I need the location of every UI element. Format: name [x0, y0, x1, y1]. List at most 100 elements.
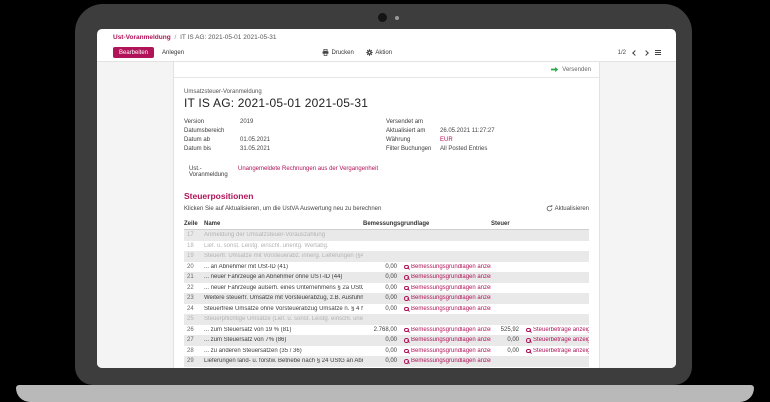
magnifier-icon	[404, 296, 409, 301]
magnifier-icon	[526, 328, 531, 333]
field-label: Aktualisiert am	[386, 128, 440, 134]
magnifier-icon	[404, 286, 409, 291]
action-label: Aktion	[375, 50, 392, 56]
row-number: 22	[184, 285, 204, 291]
base-amount: 2.768,00	[363, 327, 399, 333]
table-row[interactable]: 21... neuer Fahrzeuge an Abnehmer ohne U…	[184, 272, 589, 283]
row-number: 19	[184, 253, 204, 259]
base-amounts-link[interactable]: Bemessungsgrundlagen anzeigen	[399, 337, 491, 343]
row-number: 17	[184, 232, 204, 238]
breadcrumb-separator: /	[174, 34, 176, 41]
table-row[interactable]: 28... zu anderen Steuersätzen (35 / 36)0…	[184, 346, 589, 357]
send-arrow-icon	[550, 66, 559, 73]
table-row[interactable]: 23Weitere steuerfr. Umsätze mit Vorsteue…	[184, 293, 589, 304]
magnifier-icon	[404, 275, 409, 280]
field-value[interactable]: EUR	[440, 137, 589, 143]
pager: 1/2	[618, 50, 626, 56]
col-tax: Steuer	[491, 221, 589, 227]
document-type-label: Umsatzsteuer-Voranmeldung	[184, 89, 589, 95]
base-amount: 0,00	[363, 264, 399, 270]
document-sheet: Versenden Umsatzsteuer-Voranmeldung IT I…	[173, 62, 600, 368]
table-row[interactable]: 20... an Abnehmer mit USt-ID (41)0,00Bem…	[184, 262, 589, 273]
base-amounts-link[interactable]: Bemessungsgrundlagen anzeigen	[399, 295, 491, 301]
base-amounts-link[interactable]: Bemessungsgrundlagen anzeigen	[399, 306, 491, 312]
magnifier-icon	[526, 338, 531, 343]
base-amounts-link[interactable]: Bemessungsgrundlagen anzeigen	[399, 358, 491, 364]
tax-amounts-link[interactable]: Steuerbeträge anzeigen	[521, 327, 589, 333]
action-button[interactable]: Aktion	[366, 49, 392, 56]
table-row[interactable]: 19Steuerfr. Umsätze mit Vorsteuerabz. in…	[184, 251, 589, 262]
row-name: ... zu anderen Steuersätzen (35 / 36)	[204, 348, 363, 354]
row-name: ... an Abnehmer mit USt-ID (41)	[204, 264, 363, 270]
magnifier-icon	[404, 359, 409, 364]
tax-amounts-link[interactable]: Steuerbeträge anzeigen	[521, 337, 589, 343]
breadcrumb-record: IT IS AG: 2021-05-01 2021-05-31	[180, 34, 276, 41]
printer-icon	[322, 49, 329, 56]
col-zeile: Zeile	[184, 221, 204, 227]
field-value: 01.05.2021	[240, 137, 386, 143]
table-row[interactable]: 27... zum Steuersatz von 7% (86)0,00Beme…	[184, 335, 589, 346]
tax-amount: 0,00	[491, 348, 521, 354]
field-value: 2019	[240, 119, 386, 125]
table-row[interactable]: 29Lieferungen land- u. forstw. Betriebe …	[184, 356, 589, 367]
table-row[interactable]: 17Anmeldung der Umsatzsteuer-Vorauszahlu…	[184, 230, 589, 241]
link-label: Steuerbeträge anzeigen	[533, 348, 589, 354]
webcam-led-icon	[395, 16, 399, 20]
field-label: Datumsbereich	[184, 128, 240, 134]
base-amount: 0,00	[363, 274, 399, 280]
row-name: Steuerfreie Umsätze ohne Vorsteuerabzug …	[204, 306, 363, 312]
table-row[interactable]: 24Steuerfreie Umsätze ohne Vorsteuerabzu…	[184, 304, 589, 315]
base-amount: 0,00	[363, 358, 399, 364]
table-row[interactable]: 26... zum Steuersatz von 19 % (81)2.768,…	[184, 325, 589, 336]
send-label: Versenden	[562, 67, 591, 73]
base-amounts-link[interactable]: Bemessungsgrundlagen anzeigen	[399, 274, 491, 280]
row-name: ... zum Steuersatz von 19 % (81)	[204, 327, 363, 333]
col-name: Name	[204, 221, 363, 227]
table-row[interactable]: 18Lief. u. sonst. Leistg. einschl. unent…	[184, 241, 589, 252]
unreported-invoices-link[interactable]: Unangemeldete Rechnungen aus der Vergang…	[238, 166, 378, 178]
sheet-body: Umsatzsteuer-Voranmeldung IT IS AG: 2021…	[174, 78, 599, 368]
refresh-label: Aktualisieren	[555, 206, 589, 212]
base-amounts-link[interactable]: Bemessungsgrundlagen anzeigen	[399, 285, 491, 291]
page-background: Versenden Umsatzsteuer-Voranmeldung IT I…	[97, 62, 676, 368]
row-number: 24	[184, 306, 204, 312]
row-name: ... zum Steuersatz von 7% (86)	[204, 337, 363, 343]
base-amounts-link[interactable]: Bemessungsgrundlagen anzeigen	[399, 327, 491, 333]
print-button[interactable]: Drucken	[322, 49, 354, 56]
link-label: Steuerbeträge anzeigen	[533, 337, 589, 343]
refresh-icon	[546, 205, 553, 212]
create-button[interactable]: Anlegen	[162, 50, 184, 56]
tax-amounts-link[interactable]: Steuerbeträge anzeigen	[521, 348, 589, 354]
chevron-left-icon[interactable]	[632, 50, 638, 56]
page-title: IT IS AG: 2021-05-01 2021-05-31	[184, 96, 589, 110]
magnifier-icon	[404, 265, 409, 270]
link-label: Bemessungsgrundlagen anzeigen	[411, 327, 491, 333]
ustva-label: Ust.-Voranmeldung	[189, 166, 238, 178]
link-label: Bemessungsgrundlagen anzeigen	[411, 337, 491, 343]
print-label: Drucken	[332, 50, 354, 56]
base-amount: 0,00	[363, 295, 399, 301]
base-amounts-link[interactable]: Bemessungsgrundlagen anzeigen	[399, 348, 491, 354]
row-number: 18	[184, 243, 204, 249]
menu-icon[interactable]	[655, 50, 661, 56]
row-number: 21	[184, 274, 204, 280]
link-label: Bemessungsgrundlagen anzeigen	[411, 274, 491, 280]
refresh-button[interactable]: Aktualisieren	[546, 205, 589, 212]
row-number: 25	[184, 316, 204, 322]
table-row[interactable]: 30Umsätze nach § 24 UStG, z.B. Sägewerke…	[184, 367, 589, 369]
magnifier-icon	[404, 338, 409, 343]
statusbar: Versenden	[174, 62, 599, 78]
row-name: Lieferungen land- u. forstw. Betriebe na…	[204, 358, 363, 364]
send-button[interactable]: Versenden	[550, 66, 591, 73]
toolbar: Bearbeiten Anlegen Drucken Aktion 1/2	[97, 44, 676, 62]
base-amounts-link[interactable]: Bemessungsgrundlagen anzeigen	[399, 264, 491, 270]
breadcrumb-app-link[interactable]: Ust-Voranmeldung	[113, 34, 171, 41]
refresh-hint: Klicken Sie auf Aktualisieren, um die Us…	[184, 206, 381, 212]
table-row[interactable]: 22... neuer Fahrzeuge außerh. eines Unte…	[184, 283, 589, 294]
link-label: Bemessungsgrundlagen anzeigen	[411, 264, 491, 270]
col-base: Bemessungsgrundlage	[363, 221, 491, 227]
table-row[interactable]: 25Steuerpflichtige Umsätze (Lief. u. son…	[184, 314, 589, 325]
edit-button[interactable]: Bearbeiten	[113, 47, 154, 58]
laptop-base	[16, 385, 754, 402]
chevron-right-icon[interactable]	[643, 50, 649, 56]
